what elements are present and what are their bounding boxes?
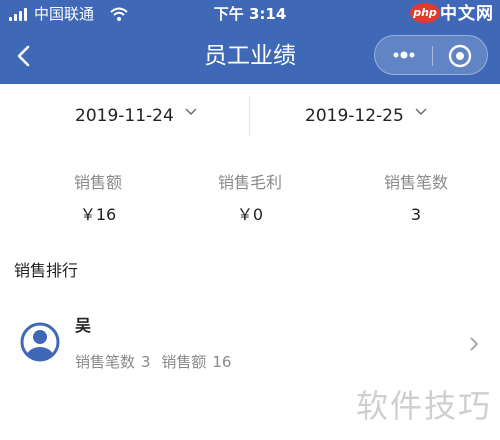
record-icon[interactable] [447,43,473,69]
stat-value: ￥16 [79,205,117,224]
more-icon[interactable] [389,44,419,66]
stat-label: 销售额 [73,173,122,192]
stat-sales-count: 销售笔数 3 [336,168,496,228]
amount-label: 销售额 [161,353,207,371]
stat-sales-amount: 销售额 ￥16 [18,168,178,228]
amount-value: 16 [212,353,232,371]
site-watermark: 中文网 [440,4,494,24]
footer-watermark: 软件技巧 [355,387,492,425]
start-date-value: 2019-11-24 [75,106,174,126]
stats-summary: 销售额 ￥16 销售毛利 ￥0 销售笔数 3 [0,168,500,238]
employee-stats: 销售笔数 3 销售额 16 [75,350,237,374]
count-value: 3 [141,353,151,371]
avatar-icon [20,322,60,362]
end-date-value: 2019-12-25 [305,106,404,126]
date-divider [249,96,250,136]
php-logo: php [410,3,440,23]
stat-value: ￥0 [236,205,264,224]
count-label: 销售笔数 [75,353,136,371]
start-date-picker[interactable]: 2019-11-24 [75,84,197,148]
header: 中国联通 下午 3:14 php 中文网 员工业绩 [0,0,500,84]
stat-gross-profit: 销售毛利 ￥0 [170,168,330,228]
stat-label: 销售笔数 [383,173,448,192]
chevron-down-icon [185,108,197,115]
end-date-picker[interactable]: 2019-12-25 [305,84,427,148]
mini-program-capsule [374,35,488,75]
ranking-list-item[interactable]: 吴 销售笔数 3 销售额 16 [0,300,500,390]
ranking-section-title: 销售排行 [14,261,79,280]
capsule-divider [432,46,433,66]
status-bar: 中国联通 下午 3:14 php 中文网 [0,0,500,28]
chevron-down-icon [415,108,427,115]
stat-label: 销售毛利 [217,173,282,192]
chevron-right-icon [470,337,479,351]
page: 中国联通 下午 3:14 php 中文网 员工业绩 2019-11-24 201… [0,0,500,440]
date-range: 2019-11-24 2019-12-25 [0,84,500,148]
employee-name: 吴 [75,316,92,335]
navbar: 员工业绩 [0,28,500,84]
stat-value: 3 [410,205,422,224]
